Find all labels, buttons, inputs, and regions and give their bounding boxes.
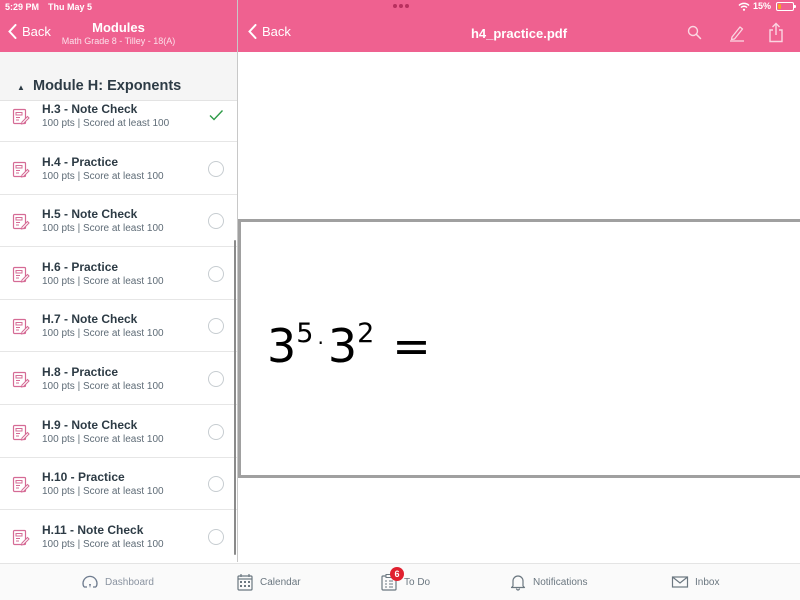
tab-label: Notifications bbox=[533, 576, 588, 588]
course-subtitle: Math Grade 8 - Tilley - 18(A) bbox=[61, 36, 176, 46]
incomplete-circle-icon bbox=[208, 371, 224, 387]
incomplete-circle-icon bbox=[208, 265, 224, 282]
module-items-list[interactable]: H.3 - Note Check 100 pts | Scored at leas… bbox=[0, 101, 237, 562]
calendar-icon bbox=[237, 574, 253, 591]
tab-dashboard[interactable]: Dashboard bbox=[81, 573, 154, 591]
module-name: Module H: Exponents bbox=[33, 78, 182, 94]
collapse-triangle-icon[interactable]: ▲ bbox=[17, 83, 25, 92]
modules-title: Modules bbox=[92, 20, 145, 35]
module-item-requirement: 100 pts | Score at least 100 bbox=[42, 486, 164, 498]
tab-label: To Do bbox=[404, 576, 431, 588]
module-item[interactable]: H.9 - Note Check 100 pts | Score at least… bbox=[0, 405, 237, 458]
module-item[interactable]: H.7 - Note Check 100 pts | Score at least… bbox=[0, 299, 237, 353]
assignment-quiz-icon bbox=[12, 477, 30, 493]
envelope-icon bbox=[671, 576, 689, 588]
tab-inbox[interactable]: Inbox bbox=[671, 573, 719, 591]
status-indicators: 15% bbox=[738, 1, 796, 11]
assignment-quiz-icon bbox=[12, 529, 30, 546]
module-item-title: H.10 - Practice bbox=[42, 470, 125, 485]
module-item-title: H.9 - Note Check bbox=[42, 417, 138, 432]
module-item-requirement: 100 pts | Score at least 100 bbox=[42, 381, 164, 392]
exponent-1: 5 bbox=[296, 318, 314, 349]
status-time: 5:29 PM bbox=[5, 2, 40, 12]
module-item-title: H.5 - Note Check bbox=[42, 207, 138, 222]
module-item[interactable]: H.6 - Practice 100 pts | Score at least 1… bbox=[0, 247, 237, 300]
base-1: 3 bbox=[267, 319, 297, 373]
module-item-title: H.6 - Practice bbox=[42, 259, 119, 274]
module-item[interactable]: H.8 - Practice 100 pts | Score at least 1… bbox=[0, 352, 237, 405]
incomplete-circle-icon bbox=[208, 213, 224, 230]
module-item-requirement: 100 pts | Scored at least 100 bbox=[42, 118, 170, 129]
pdf-viewer[interactable]: 35·32 = bbox=[238, 52, 800, 562]
todo-count-badge: 6 bbox=[390, 567, 404, 581]
assignment-quiz-icon bbox=[12, 319, 30, 336]
assignment-quiz-icon bbox=[12, 371, 30, 388]
incomplete-circle-icon bbox=[208, 528, 224, 545]
tab-label: Dashboard bbox=[105, 576, 154, 588]
wifi-icon bbox=[738, 2, 750, 11]
module-item-title: H.8 - Practice bbox=[42, 365, 119, 379]
tab-todo[interactable]: 6 To Do bbox=[380, 567, 431, 591]
battery-percent: 15% bbox=[752, 1, 771, 11]
dashboard-gauge-icon bbox=[82, 575, 98, 588]
module-item-title: H.7 - Note Check bbox=[42, 312, 138, 327]
annotate-pen-icon[interactable] bbox=[728, 24, 746, 42]
share-icon[interactable] bbox=[767, 22, 785, 43]
assignment-quiz-icon bbox=[12, 161, 30, 178]
battery-low-icon bbox=[776, 1, 796, 11]
multitasking-dots-icon[interactable] bbox=[393, 4, 409, 8]
bell-icon bbox=[510, 575, 526, 591]
module-item[interactable]: H.11 - Note Check 100 pts | Score at leas… bbox=[0, 510, 237, 562]
assignment-quiz-icon bbox=[12, 424, 30, 441]
incomplete-circle-icon bbox=[208, 318, 224, 335]
module-item[interactable]: H.3 - Note Check 100 pts | Scored at leas… bbox=[0, 101, 237, 142]
equals-sign: = bbox=[392, 319, 431, 373]
pdf-page: 35·32 = bbox=[238, 219, 800, 478]
bottom-tab-bar: Dashboard Calendar 6 To Do Notifications bbox=[0, 563, 800, 600]
module-header[interactable]: ▲ Module H: Exponents bbox=[0, 52, 237, 101]
module-item-requirement: 100 pts | Score at least 100 bbox=[42, 433, 164, 445]
module-item[interactable]: H.5 - Note Check 100 pts | Score at least… bbox=[0, 194, 237, 248]
exponent-2: 2 bbox=[357, 318, 375, 349]
status-date: Thu May 5 bbox=[48, 2, 93, 12]
checkmark-complete-icon bbox=[209, 110, 224, 121]
module-item-title: H.4 - Practice bbox=[42, 154, 119, 169]
modules-title-block: Modules Math Grade 8 - Tilley - 18(A) bbox=[0, 20, 237, 46]
module-item-title: H.3 - Note Check bbox=[42, 102, 138, 116]
math-expression: 35·32 = bbox=[267, 318, 431, 373]
tab-calendar[interactable]: Calendar bbox=[236, 573, 301, 591]
list-scrollbar[interactable] bbox=[234, 240, 236, 555]
incomplete-circle-icon bbox=[208, 423, 224, 440]
module-item-requirement: 100 pts | Score at least 100 bbox=[42, 275, 164, 287]
tab-label: Calendar bbox=[260, 576, 301, 588]
status-bar: 5:29 PM Thu May 5 15% bbox=[0, 0, 800, 14]
module-item-requirement: 100 pts | Score at least 100 bbox=[42, 328, 164, 340]
multiply-dot: · bbox=[317, 331, 324, 355]
module-item[interactable]: H.10 - Practice 100 pts | Score at least … bbox=[0, 457, 237, 511]
assignment-quiz-icon bbox=[12, 266, 30, 283]
module-item-title: H.11 - Note Check bbox=[42, 522, 144, 537]
module-item[interactable]: H.4 - Practice 100 pts | Score at least 1… bbox=[0, 142, 237, 195]
assignment-quiz-icon bbox=[12, 214, 30, 230]
base-2: 3 bbox=[327, 319, 358, 373]
module-item-requirement: 100 pts | Score at least 100 bbox=[42, 223, 164, 235]
incomplete-circle-icon bbox=[208, 160, 224, 177]
tab-notifications[interactable]: Notifications bbox=[509, 573, 587, 591]
incomplete-circle-icon bbox=[208, 476, 224, 493]
module-item-requirement: 100 pts | Score at least 100 bbox=[42, 538, 164, 550]
pdf-file-title: h4_practice.pdf bbox=[470, 26, 568, 41]
module-item-requirement: 100 pts | Score at least 100 bbox=[42, 170, 164, 182]
search-icon[interactable] bbox=[687, 25, 702, 40]
tab-label: Inbox bbox=[695, 576, 720, 588]
assignment-quiz-icon bbox=[12, 108, 30, 125]
